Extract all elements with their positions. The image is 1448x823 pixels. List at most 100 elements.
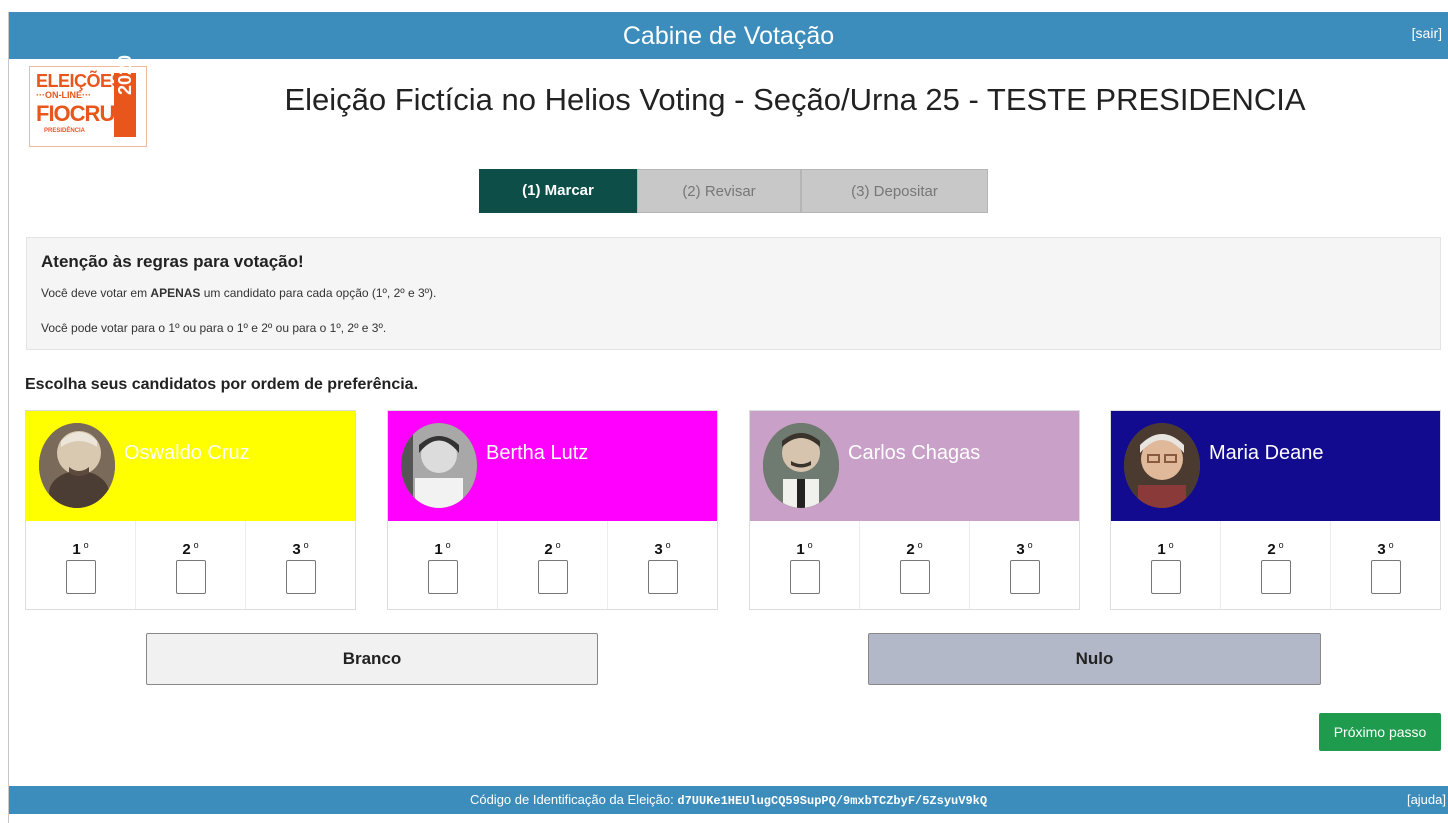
candidate-photo <box>763 423 839 508</box>
rank-number: 3 <box>654 541 663 558</box>
rank-number: 1 <box>72 541 81 558</box>
candidate-card-bertha-lutz: Bertha Lutz 1o 2o 3o <box>387 410 718 610</box>
rank-label: 3o <box>970 540 1079 558</box>
rank-3-checkbox[interactable] <box>1370 560 1401 594</box>
logo-text-eleicoes: ELEIÇÕES <box>36 71 124 91</box>
rank-number: 2 <box>906 541 915 558</box>
candidate-name: Maria Deane <box>1209 442 1324 464</box>
rank-ordinal: o <box>445 540 451 550</box>
rank-3: 3o <box>1330 521 1440 609</box>
rank-label: 1o <box>26 540 135 558</box>
rank-ordinal: o <box>1388 540 1394 550</box>
rank-ordinal: o <box>665 540 671 550</box>
candidate-header: Bertha Lutz <box>388 411 717 521</box>
rank-2-checkbox[interactable] <box>1260 560 1291 594</box>
rank-1-checkbox[interactable] <box>427 560 458 594</box>
rank-number: 3 <box>292 541 301 558</box>
logo-year: 2020 <box>115 54 135 96</box>
candidate-header: Carlos Chagas <box>750 411 1079 521</box>
logout-link[interactable]: [sair] <box>1412 25 1442 41</box>
rank-2: 2o <box>859 521 969 609</box>
candidate-card-maria-deane: Maria Deane 1o 2o 3o <box>1110 410 1441 610</box>
rank-1: 1o <box>388 521 497 609</box>
rank-1: 1o <box>26 521 135 609</box>
rank-2-checkbox[interactable] <box>175 560 206 594</box>
rank-selector: 1o 2o 3o <box>388 521 717 609</box>
rank-label: 2o <box>136 540 245 558</box>
rank-selector: 1o 2o 3o <box>1111 521 1440 609</box>
rules-line-1-suffix: um candidato para cada opção (1º, 2º e 3… <box>200 286 437 300</box>
rank-1: 1o <box>750 521 859 609</box>
rank-label: 1o <box>388 540 497 558</box>
next-step-button[interactable]: Próximo passo <box>1319 713 1441 751</box>
rank-3: 3o <box>607 521 717 609</box>
rank-number: 2 <box>1267 541 1276 558</box>
election-id-value: d7UUKe1HEUlugCQ59SupPQ/9mxbTCZbyF/5ZsyuV… <box>677 794 988 808</box>
election-id: Código de Identificação da Eleição: d7UU… <box>9 792 1448 808</box>
rank-number: 1 <box>434 541 443 558</box>
rank-1: 1o <box>1111 521 1220 609</box>
rank-label: 2o <box>498 540 607 558</box>
rank-3-checkbox[interactable] <box>1009 560 1040 594</box>
rank-ordinal: o <box>83 540 89 550</box>
candidate-card-oswaldo-cruz: Oswaldo Cruz 1o 2o 3o <box>25 410 356 610</box>
rank-label: 2o <box>860 540 969 558</box>
election-title: Eleição Fictícia no Helios Voting - Seçã… <box>284 82 1306 117</box>
candidate-name: Oswaldo Cruz <box>124 442 250 464</box>
candidate-card-carlos-chagas: Carlos Chagas 1o 2o 3o <box>749 410 1080 610</box>
rank-number: 3 <box>1016 541 1025 558</box>
voting-rules-panel: Atenção às regras para votação! Você dev… <box>26 237 1441 350</box>
rank-number: 2 <box>544 541 553 558</box>
rank-selector: 1o 2o 3o <box>750 521 1079 609</box>
rank-3: 3o <box>245 521 355 609</box>
rank-ordinal: o <box>917 540 923 550</box>
rank-2: 2o <box>1220 521 1330 609</box>
rank-3: 3o <box>969 521 1079 609</box>
rank-number: 1 <box>796 541 805 558</box>
choose-instruction: Escolha seus candidatos por ordem de pre… <box>25 376 419 393</box>
candidate-name: Carlos Chagas <box>848 442 981 464</box>
footer-bar: Código de Identificação da Eleição: d7UU… <box>9 786 1448 814</box>
candidate-photo <box>39 423 115 508</box>
rank-ordinal: o <box>1278 540 1284 550</box>
step-progress: (1) Marcar (2) Revisar (3) Depositar <box>479 169 988 213</box>
rank-label: 3o <box>1331 540 1440 558</box>
logo-text-presidencia: PRESIDÊNCIA <box>44 128 86 134</box>
rules-title: Atenção às regras para votação! <box>41 252 304 271</box>
rules-line-1: Você deve votar em APENAS um candidato p… <box>41 286 436 300</box>
rank-ordinal: o <box>193 540 199 550</box>
rank-1-checkbox[interactable] <box>789 560 820 594</box>
rules-line-1-bold: APENAS <box>150 286 201 300</box>
step-marcar: (1) Marcar <box>479 169 637 213</box>
rules-line-1-prefix: Você deve votar em <box>41 286 151 300</box>
rank-number: 3 <box>1377 541 1386 558</box>
rank-ordinal: o <box>1027 540 1033 550</box>
rank-1-checkbox[interactable] <box>65 560 96 594</box>
step-depositar: (3) Depositar <box>801 169 988 213</box>
rank-label: 3o <box>246 540 355 558</box>
rank-ordinal: o <box>303 540 309 550</box>
blank-vote-button[interactable]: Branco <box>146 633 598 685</box>
rank-2: 2o <box>497 521 607 609</box>
rank-ordinal: o <box>807 540 813 550</box>
election-logo: ELEIÇÕES ···ON-LINE··· FIOCRUZ PRESIDÊNC… <box>29 55 147 147</box>
rank-label: 2o <box>1221 540 1330 558</box>
election-id-label: Código de Identificação da Eleição: <box>469 792 674 807</box>
help-link[interactable]: [ajuda] <box>1407 792 1446 807</box>
rank-label: 3o <box>608 540 717 558</box>
rank-label: 1o <box>750 540 859 558</box>
candidate-photo <box>1124 423 1200 508</box>
candidate-header: Oswaldo Cruz <box>26 411 355 521</box>
logo-text-online: ···ON-LINE··· <box>36 90 91 100</box>
rank-3-checkbox[interactable] <box>285 560 316 594</box>
rank-selector: 1o 2o 3o <box>26 521 355 609</box>
rank-3-checkbox[interactable] <box>647 560 678 594</box>
rank-ordinal: o <box>1168 540 1174 550</box>
null-vote-button[interactable]: Nulo <box>868 633 1321 685</box>
booth-title: Cabine de Votação <box>622 22 835 50</box>
rank-2-checkbox[interactable] <box>899 560 930 594</box>
top-header-bar: Cabine de Votação [sair] <box>9 12 1448 59</box>
rank-1-checkbox[interactable] <box>1150 560 1181 594</box>
rank-label: 1o <box>1111 540 1220 558</box>
rank-2-checkbox[interactable] <box>537 560 568 594</box>
